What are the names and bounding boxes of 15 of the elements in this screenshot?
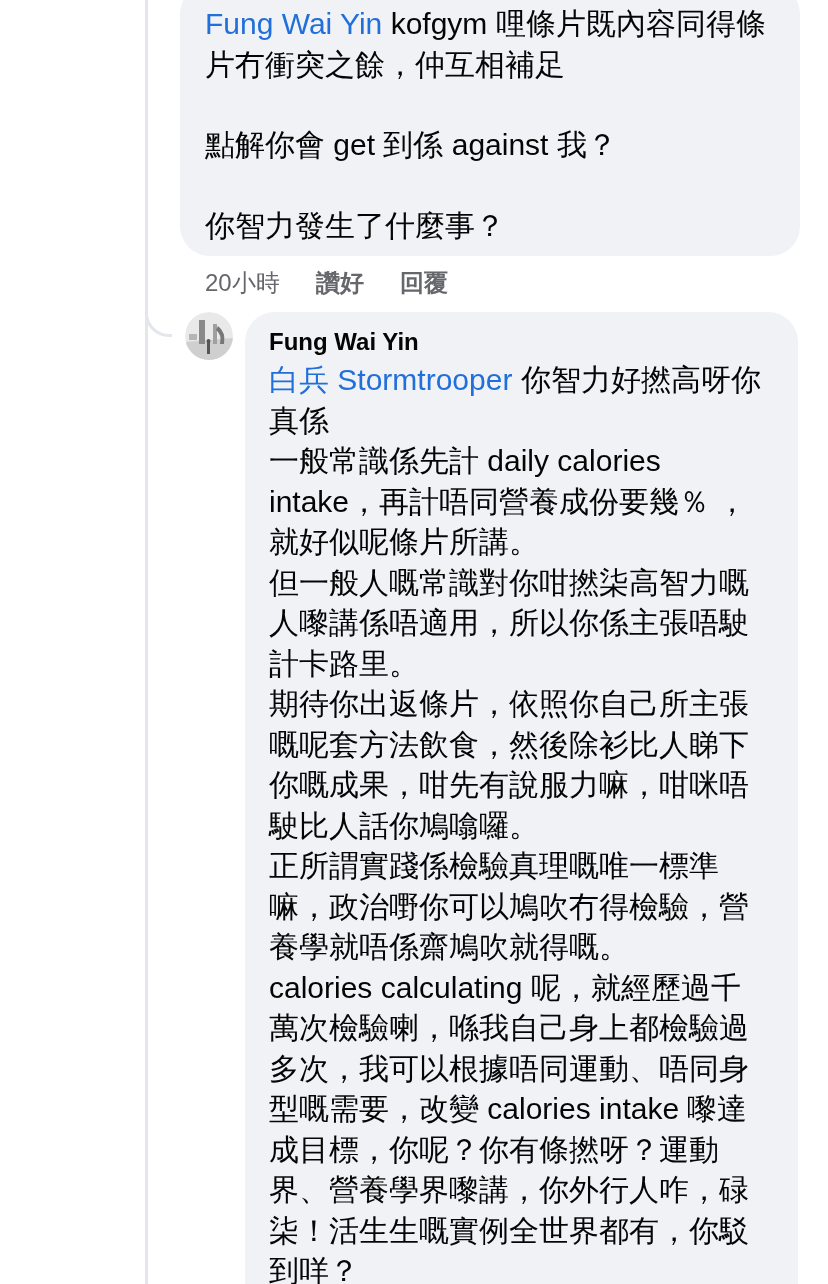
comment-text: Fung Wai Yin kofgym 哩條片既內容同得條片冇衝突之餘，仲互相補足	[205, 6, 767, 83]
reply-link[interactable]: 回覆	[399, 266, 448, 300]
comment-text: 你智力發生了什麼事？	[205, 207, 506, 244]
mention-link[interactable]: 白兵 Stormtrooper	[269, 363, 513, 396]
comment-text: 白兵 Stormtrooper 你智力好撚高呀你真係	[269, 362, 762, 439]
avatar[interactable]	[185, 312, 233, 360]
comment-text: 點解你會 get 到係 against 我？	[205, 127, 618, 163]
mention-link[interactable]: Fung Wai Yin	[205, 7, 383, 40]
timestamp[interactable]: 20小時	[205, 266, 280, 300]
comment-text: 正所謂實踐係檢驗真理嘅唯一標準嘛，政治嘢你可以鳩吹冇得檢驗，營養學就唔係齋鳩吹就得嘅。	[269, 848, 750, 965]
author-name[interactable]: Fung Wai Yin	[269, 324, 764, 360]
comment-text: 一般常識係先計 daily calories intake，再計唔同營養成份要幾％ ，就好似呢條片所講。	[269, 443, 749, 560]
comment-text: 但一般人嘅常識對你咁撚柒高智力嘅人嚟講係唔適用，所以你係主張唔駛計卡路里。	[269, 564, 750, 682]
comment-text: 期待你出返條片，依照你自己所主張嘅呢套方法飲食，然後除衫比人睇下你嘅成果，咁先有說服力嘛，咁咪唔駛比人話你鳩噏囉。	[269, 686, 750, 844]
like-link[interactable]: 讚好	[315, 266, 364, 300]
